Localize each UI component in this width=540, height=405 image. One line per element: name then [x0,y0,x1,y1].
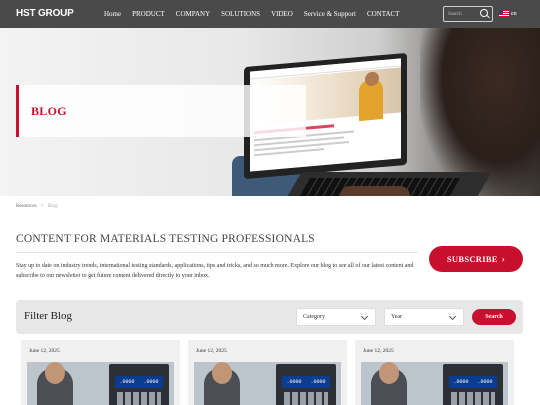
logo[interactable]: HST GROUP [16,8,74,19]
testing-machine-panel: .0000 .0000 [109,364,169,405]
year-select[interactable]: Year [384,308,464,326]
category-select[interactable]: Category [296,308,376,326]
search-placeholder: Search [448,11,462,17]
card-date: June 12, 2025 [196,348,227,354]
card-date: June 12, 2025 [29,348,60,354]
intro-heading: CONTENT FOR MATERIALS TESTING PROFESSION… [16,233,315,245]
card-readout: .0000 [310,379,326,385]
divider [16,252,418,253]
nav-item-solutions[interactable]: SOLUTIONS [221,10,260,18]
subscribe-label: SUBSCRIBE [446,254,498,264]
nav-item-service-support[interactable]: Service & Support [304,10,356,18]
search-input[interactable]: Search [443,6,493,22]
filter-title: Filter Blog [24,310,72,322]
subscribe-button[interactable]: SUBSCRIBE › [429,246,523,272]
page-title: BLOG [31,104,67,118]
main-menu: Home PRODUCT COMPANY SOLUTIONS VIDEO Ser… [104,0,410,28]
card-readout: .0000 [477,379,493,385]
breadcrumb-resources[interactable]: Resources [16,204,37,209]
category-select-value: Category [303,314,325,320]
blog-card[interactable]: June 12, 2025 .0000 .0000 [355,340,514,405]
hero-person-image [420,28,540,196]
hero-title-card: BLOG [16,85,306,137]
card-readout: .0000 [143,379,159,385]
language-label: en [511,10,517,17]
us-flag-icon [499,10,509,17]
card-date: June 12, 2025 [363,348,394,354]
year-select-value: Year [391,314,403,320]
testing-machine-panel: .0000 .0000 [443,364,503,405]
card-image[interactable]: .0000 .0000 [194,362,341,405]
search-icon[interactable] [478,7,492,21]
card-readout: .0000 [453,379,469,385]
nav-item-company[interactable]: COMPANY [176,10,210,18]
hero-banner: BLOG [0,28,540,196]
card-readout: .0000 [286,379,302,385]
filter-search-button[interactable]: Search [472,309,516,325]
chevron-down-icon [360,312,369,321]
hero-hand-image [340,186,410,196]
breadcrumb-separator: > [40,204,44,209]
filter-bar: Filter Blog Category Year Search [16,300,523,334]
chevron-right-icon: › [501,254,506,264]
blog-card[interactable]: June 12, 2025 .0000 .0000 [21,340,180,405]
nav-item-contact[interactable]: CONTACT [367,10,400,18]
card-image[interactable]: .0000 .0000 [27,362,174,405]
intro-paragraph: Stay up to date on industry trends, inte… [16,263,414,279]
testing-machine-panel: .0000 .0000 [276,364,336,405]
nav-item-home[interactable]: Home [104,10,121,18]
top-nav: HST GROUP Home PRODUCT COMPANY SOLUTIONS… [0,0,540,28]
chevron-down-icon [448,312,457,321]
breadcrumb-current: Blog [47,204,58,209]
language-selector[interactable]: en [499,10,517,17]
nav-item-product[interactable]: PRODUCT [132,10,165,18]
blog-card[interactable]: June 12, 2025 .0000 .0000 [188,340,347,405]
card-image[interactable]: .0000 .0000 [361,362,508,405]
breadcrumb: Resources > Blog [16,204,58,209]
nav-item-video[interactable]: VIDEO [271,10,293,18]
card-readout: .0000 [119,379,135,385]
